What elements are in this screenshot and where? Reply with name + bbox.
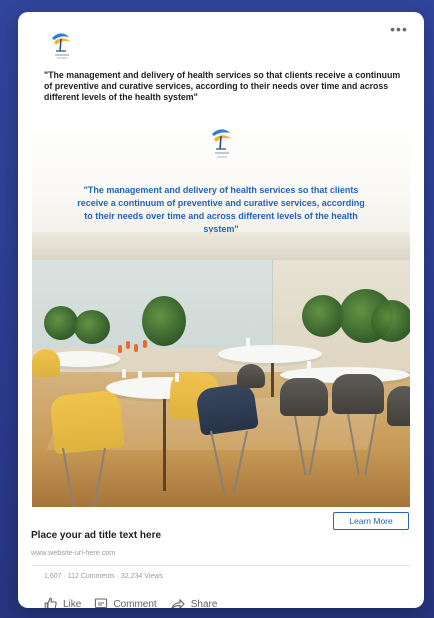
post-actions: Like Comment Share — [44, 597, 217, 608]
ceiling — [32, 232, 410, 260]
plant — [302, 295, 344, 337]
flower — [134, 344, 138, 352]
post-body-text: "The management and delivery of health s… — [44, 70, 401, 102]
plant — [142, 296, 186, 346]
flower — [126, 341, 130, 349]
glass — [138, 371, 142, 380]
like-label: Like — [63, 598, 82, 609]
ad-title[interactable]: Place your ad title text here — [31, 530, 161, 542]
comment-button[interactable]: Comment — [94, 597, 157, 609]
share-icon — [170, 597, 186, 608]
dark-chair — [332, 374, 384, 414]
hero-quote: "The management and delivery of health s… — [77, 185, 365, 234]
brand-logo — [49, 30, 75, 64]
like-button[interactable]: Like — [44, 597, 81, 608]
glass — [246, 338, 250, 347]
ad-url[interactable]: www.website-url-here.com — [31, 548, 115, 557]
yellow-chair — [32, 349, 60, 377]
hero-logo — [208, 126, 236, 163]
plant — [371, 300, 410, 342]
table-leg — [163, 399, 166, 491]
table-leg — [271, 363, 274, 397]
divider — [32, 565, 410, 566]
glass — [175, 373, 179, 382]
glass — [307, 361, 311, 370]
more-horizontal-icon[interactable]: ••• — [390, 22, 408, 36]
plant — [74, 310, 110, 344]
share-label: Share — [190, 598, 218, 609]
flower — [143, 340, 147, 348]
dark-chair — [280, 378, 328, 416]
yellow-chair — [49, 389, 125, 455]
learn-more-button[interactable]: Learn More — [333, 512, 409, 530]
flower — [118, 345, 122, 353]
dark-chair — [237, 364, 265, 388]
engagement-stats: 1,607 · 112 Comments · 32,234 Views — [44, 573, 163, 580]
comment-icon — [94, 597, 108, 608]
comment-label: Comment — [113, 598, 157, 609]
navy-chair — [195, 382, 259, 436]
share-button[interactable]: Share — [170, 597, 218, 609]
ad-post-card: ••• "The management and delivery of heal… — [18, 12, 424, 608]
thumbs-up-icon — [44, 597, 58, 608]
dark-chair — [387, 386, 410, 426]
glass — [122, 369, 126, 378]
ad-image[interactable]: "The management and delivery of health s… — [32, 112, 410, 507]
plant — [44, 306, 78, 340]
window-panel — [192, 260, 273, 348]
